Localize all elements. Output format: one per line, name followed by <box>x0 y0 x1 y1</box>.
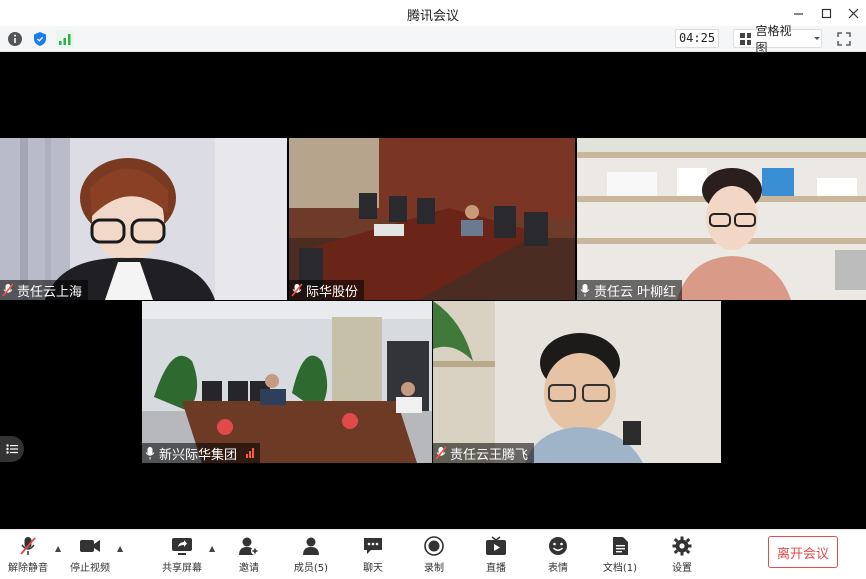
security-button[interactable] <box>31 30 49 48</box>
participant-name-bar: 新兴际华集团 <box>142 443 261 463</box>
unmute-label: 解除静音 <box>8 563 48 574</box>
video-tile-active-speaker[interactable]: 新兴际华集团 <box>142 301 432 463</box>
smiley-icon <box>549 537 567 555</box>
video-tile[interactable]: 责任云 叶柳红 <box>577 138 866 300</box>
participant-name: 新兴际华集团 <box>159 447 238 463</box>
settings-button[interactable]: 设置 <box>660 536 704 576</box>
participant-video <box>577 138 866 300</box>
info-icon <box>8 32 22 46</box>
maximize-button[interactable] <box>811 0 841 26</box>
meeting-info-button[interactable] <box>6 30 24 48</box>
video-camera-icon <box>80 540 100 552</box>
document-icon <box>613 537 628 555</box>
close-icon <box>848 8 858 18</box>
participant-video <box>142 301 432 463</box>
participant-name-bar: 责任云 叶柳红 <box>577 280 683 300</box>
video-options-caret[interactable]: ▲ <box>117 544 123 553</box>
share-screen-button[interactable]: 共享屏幕 <box>160 536 204 576</box>
share-screen-label: 共享屏幕 <box>162 563 202 574</box>
title-bar: 腾讯会议 <box>0 0 866 26</box>
record-button[interactable]: 录制 <box>412 536 456 576</box>
participant-video <box>0 138 287 300</box>
reactions-label: 表情 <box>548 563 568 574</box>
fullscreen-icon <box>837 31 851 46</box>
participant-name: 责任云王腾飞 <box>450 447 529 463</box>
participant-video <box>433 301 721 463</box>
add-user-icon <box>239 537 259 555</box>
record-label: 录制 <box>424 563 444 574</box>
live-label: 直播 <box>486 563 506 574</box>
documents-label: 文档(1) <box>602 563 638 574</box>
documents-button[interactable]: 文档(1) <box>598 536 642 576</box>
stop-video-label: 停止视频 <box>70 563 110 574</box>
grid-view-icon <box>740 32 752 45</box>
minimize-icon <box>793 12 803 15</box>
chat-icon <box>364 538 382 554</box>
chevron-down-icon <box>814 36 821 40</box>
chat-label: 聊天 <box>363 563 383 574</box>
fullscreen-button[interactable] <box>834 29 854 48</box>
participant-video <box>289 138 575 300</box>
participant-name: 际华股份 <box>306 284 359 300</box>
shield-icon <box>34 32 46 46</box>
settings-label: 设置 <box>672 563 692 574</box>
members-icon <box>303 537 319 555</box>
chat-button[interactable]: 聊天 <box>351 536 395 576</box>
side-panel-toggle[interactable] <box>0 436 24 462</box>
video-tile[interactable]: 责任云上海 <box>0 138 287 300</box>
participant-name-bar: 责任云王腾飞 <box>433 443 535 463</box>
mic-icon <box>580 284 590 297</box>
view-layout-label: 宫格视图 <box>755 23 792 55</box>
reactions-button[interactable]: 表情 <box>536 536 580 576</box>
audio-options-caret[interactable]: ▲ <box>55 544 61 553</box>
share-options-caret[interactable]: ▲ <box>209 544 215 553</box>
list-icon <box>6 444 18 454</box>
gear-icon <box>672 536 692 556</box>
mic-muted-icon <box>2 283 14 297</box>
meeting-toolbar: 解除静音 ▲ 停止视频 ▲ 共享屏幕 ▲ 邀请 成员(5) 聊天 录制 直播 表… <box>0 529 866 579</box>
participant-name: 责任云 叶柳红 <box>594 284 677 300</box>
mic-muted-icon <box>435 446 447 460</box>
record-icon <box>424 536 444 556</box>
invite-label: 邀请 <box>239 563 259 574</box>
maximize-icon <box>821 8 831 18</box>
view-layout-dropdown[interactable]: 宫格视图 <box>733 24 822 55</box>
signal-bars-icon <box>59 34 71 45</box>
live-button[interactable]: 直播 <box>474 536 518 576</box>
invite-button[interactable]: 邀请 <box>227 536 271 576</box>
leave-meeting-button[interactable]: 离开会议 <box>768 536 838 568</box>
live-stream-icon <box>486 536 506 555</box>
mic-muted-icon <box>291 283 303 297</box>
meeting-timer: 04:25 <box>675 29 719 48</box>
participant-name: 责任云上海 <box>17 284 83 300</box>
members-button[interactable]: 成员(5) <box>289 536 333 576</box>
video-tile[interactable]: 责任云王腾飞 <box>433 301 721 463</box>
mic-icon <box>145 447 155 460</box>
participant-name-bar: 际华股份 <box>289 280 365 300</box>
unmute-button[interactable]: 解除静音 <box>6 536 50 576</box>
video-tile[interactable]: 际华股份 <box>289 138 575 300</box>
participant-name-bar: 责任云上海 <box>0 280 89 300</box>
share-screen-icon <box>172 538 192 555</box>
members-label: 成员(5) <box>293 563 329 574</box>
meeting-info-bar: 04:25 宫格视图 <box>0 24 866 55</box>
network-status-button[interactable] <box>56 30 74 48</box>
mic-muted-icon <box>20 537 36 555</box>
weak-signal-icon <box>246 448 255 458</box>
close-button[interactable] <box>838 0 866 26</box>
stop-video-button[interactable]: 停止视频 <box>68 536 112 576</box>
window-title: 腾讯会议 <box>406 9 459 24</box>
